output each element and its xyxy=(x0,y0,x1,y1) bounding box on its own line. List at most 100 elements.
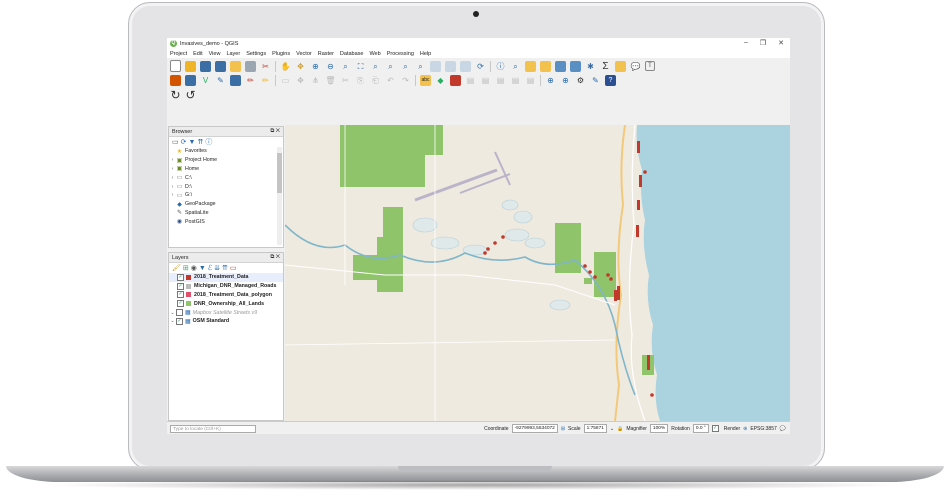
layer-item[interactable]: ✓ 2018_Treatment_Data xyxy=(169,273,283,282)
identify-icon[interactable]: ⓘ xyxy=(495,61,506,72)
zoom-selection-icon[interactable]: ⌕ xyxy=(370,61,381,72)
expand-arrow-icon[interactable]: › xyxy=(169,175,176,181)
layer-visibility-checkbox[interactable]: ✓ xyxy=(177,273,184,281)
minimize-button[interactable]: – xyxy=(744,39,748,47)
collapse-all-layers-icon[interactable]: ⇈ xyxy=(222,264,228,272)
browser-item[interactable]: › ▣ Project Home xyxy=(169,156,283,165)
pan-icon[interactable]: ✋ xyxy=(280,61,291,72)
browser-item[interactable]: › ▭ C:\ xyxy=(169,173,283,182)
crs-button[interactable]: EPSG:3857 xyxy=(750,426,776,432)
layout-manager-icon[interactable] xyxy=(245,60,256,72)
save-project-icon[interactable] xyxy=(200,60,211,72)
messages-icon[interactable]: 💬 xyxy=(780,426,786,432)
expand-arrow-icon[interactable]: › xyxy=(169,184,176,190)
menu-help[interactable]: Help xyxy=(420,51,431,57)
browser-item[interactable]: ◉ PostGIS xyxy=(169,217,283,226)
delete-selected-icon[interactable]: 🗑 xyxy=(325,75,336,86)
attribute-table-icon[interactable] xyxy=(555,60,566,72)
deselect-icon[interactable] xyxy=(540,60,551,72)
style-manager-icon[interactable]: ✂ xyxy=(260,61,271,72)
manage-visibility-icon[interactable]: ◉ xyxy=(191,264,197,272)
chevron-down-icon[interactable]: ⌄ xyxy=(169,310,176,316)
bookmarks-icon[interactable] xyxy=(460,60,471,72)
python-console-icon[interactable]: ✎ xyxy=(590,75,601,86)
browser-item[interactable]: › ▭ G:\ xyxy=(169,191,283,200)
crs-globe-icon[interactable]: ⊕ xyxy=(743,426,747,432)
vertex-tool-icon[interactable]: ⋔ xyxy=(310,75,321,86)
scale-field[interactable]: 1:75871 xyxy=(583,424,607,433)
scale-dropdown-icon[interactable]: ⌄ xyxy=(610,426,614,432)
copy-features-icon[interactable]: ⎘ xyxy=(355,75,366,86)
layer-visibility-checkbox[interactable]: ✓ xyxy=(177,291,184,299)
zoom-in-icon[interactable]: ⊕ xyxy=(310,61,321,72)
label-rotate-icon[interactable]: ▤ xyxy=(495,75,506,86)
new-project-icon[interactable] xyxy=(170,60,181,72)
zoom-native-icon[interactable]: ⌕ xyxy=(400,61,411,72)
layer-visibility-checkbox[interactable]: ✓ xyxy=(177,282,184,290)
expand-all-icon[interactable]: ⇊ xyxy=(214,264,220,272)
layer-labeling-icon[interactable]: ◆ xyxy=(435,75,446,86)
maximize-button[interactable]: ❐ xyxy=(760,39,766,47)
digitize-icon[interactable]: ✎ xyxy=(215,75,226,86)
layout-icon[interactable] xyxy=(230,60,241,72)
help-icon[interactable]: ? xyxy=(605,75,616,86)
select-features-icon[interactable]: ⌕ xyxy=(510,61,521,72)
gps-icon[interactable]: ⚙ xyxy=(575,75,586,86)
layer-item[interactable]: ✓ 2018_Treatment_Data_polygon xyxy=(169,291,283,300)
select-area-icon[interactable] xyxy=(525,60,536,72)
lock-scale-icon[interactable]: 🔒 xyxy=(617,426,623,432)
move-feature-icon[interactable]: ✥ xyxy=(295,75,306,86)
globe-search-icon[interactable]: ⊕ xyxy=(545,75,556,86)
zoom-out-icon[interactable]: ⊖ xyxy=(325,61,336,72)
menu-layer[interactable]: Layer xyxy=(226,51,240,57)
text-annotation-icon[interactable]: T xyxy=(645,61,655,71)
redo-icon[interactable]: ↷ xyxy=(400,75,411,86)
menu-plugins[interactable]: Plugins xyxy=(272,51,290,57)
new-3d-view-icon[interactable] xyxy=(445,60,456,72)
rotate-clockwise-icon[interactable]: ↻ xyxy=(170,89,181,101)
toggle-edit-icon[interactable]: ✏ xyxy=(245,75,256,86)
label-move-icon[interactable]: ▤ xyxy=(480,75,491,86)
add-layer-icon[interactable] xyxy=(185,75,196,86)
save-as-icon[interactable] xyxy=(215,60,226,72)
toolbox-icon[interactable]: ✱ xyxy=(585,61,596,72)
browser-item[interactable]: ✎ SpatiaLite xyxy=(169,209,283,218)
zoom-rubber-icon[interactable]: ⌕ xyxy=(340,61,351,72)
menu-edit[interactable]: Edit xyxy=(193,51,202,57)
filter-expression-icon[interactable]: ℰ xyxy=(208,264,212,272)
refresh-browser-icon[interactable]: ⟳ xyxy=(181,138,187,146)
layer-visibility-checkbox[interactable] xyxy=(176,309,183,317)
style-dock-icon[interactable]: 🖌 xyxy=(172,264,181,272)
layer-item[interactable]: ✓ DNR_Ownership_All_Lands xyxy=(169,299,283,308)
menu-processing[interactable]: Processing xyxy=(387,51,414,57)
menu-raster[interactable]: Raster xyxy=(318,51,334,57)
browser-item[interactable]: › ▣ Home xyxy=(169,165,283,174)
undo-icon[interactable]: ↶ xyxy=(385,75,396,86)
layer-visibility-checkbox[interactable]: ✓ xyxy=(177,300,184,308)
locator-search-input[interactable]: Type to locate (Ctrl+K) xyxy=(170,424,256,433)
rotation-field[interactable]: 0.0 ° xyxy=(692,424,709,433)
rotate-counterclockwise-icon[interactable]: ↺ xyxy=(185,89,196,101)
browser-item[interactable]: ★ Favorites xyxy=(169,147,283,156)
expand-arrow-icon[interactable]: › xyxy=(169,166,176,172)
add-selected-icon[interactable]: ▭ xyxy=(172,138,179,146)
label-toolbar-icon[interactable]: abc xyxy=(420,75,431,86)
globe-zoom-icon[interactable]: ⊕ xyxy=(560,75,571,86)
map-canvas[interactable] xyxy=(285,125,790,421)
layer-item[interactable]: ⌄ ▦ Mapbox Satellite Streets v9 xyxy=(169,308,283,317)
refresh-icon[interactable]: ⟳ xyxy=(475,61,486,72)
layer-visibility-checkbox[interactable]: ✓ xyxy=(176,317,183,325)
filter-legend-icon[interactable]: ▼ xyxy=(199,265,206,272)
coordinate-field[interactable]: -9279993,5534072 xyxy=(511,424,558,433)
zoom-full-icon[interactable]: ⛶ xyxy=(355,61,366,72)
zoom-layer-icon[interactable]: ⌕ xyxy=(385,61,396,72)
label-change-icon[interactable]: ▤ xyxy=(510,75,521,86)
expand-arrow-icon[interactable]: › xyxy=(169,157,176,163)
render-checkbox[interactable]: ✓ xyxy=(711,425,719,432)
field-calculator-icon[interactable] xyxy=(570,60,581,72)
menu-settings[interactable]: Settings xyxy=(246,51,266,57)
menu-view[interactable]: View xyxy=(209,51,221,57)
chevron-down-icon[interactable]: ⌄ xyxy=(169,318,176,324)
magnifier-field[interactable]: 100% xyxy=(649,424,669,433)
add-feature-icon[interactable]: ▭ xyxy=(280,75,291,86)
